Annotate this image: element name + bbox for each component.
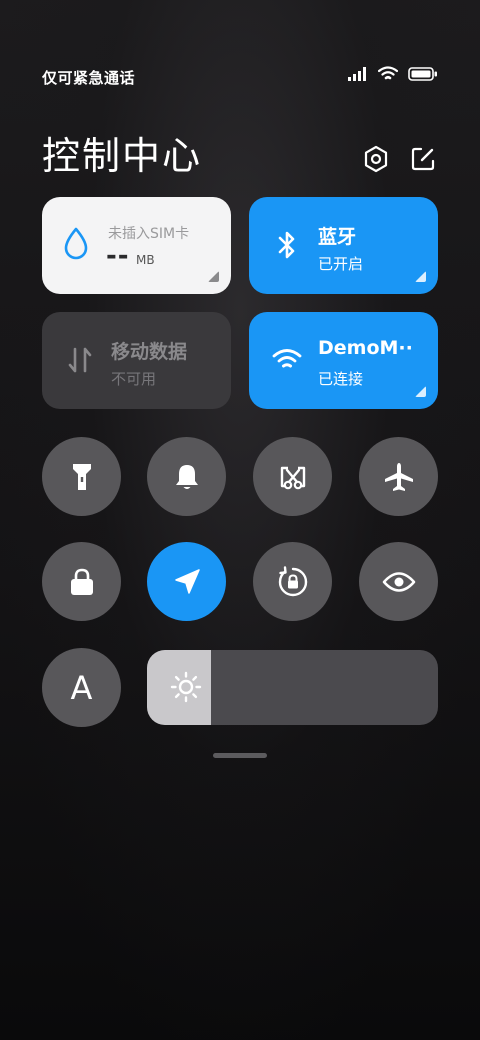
battery-icon — [408, 66, 438, 81]
status-icons — [348, 66, 438, 81]
settings-button[interactable] — [361, 144, 391, 174]
data-usage-value: -- — [106, 241, 130, 271]
wifi-tile[interactable]: DemoM·· 已连接 — [249, 312, 438, 409]
edit-icon — [411, 147, 435, 171]
rotation-lock-icon — [278, 565, 307, 596]
drag-handle[interactable] — [213, 753, 267, 758]
eye-icon — [382, 571, 415, 592]
flashlight-button[interactable] — [42, 437, 121, 516]
data-usage-tile[interactable]: 未插入SIM卡 -- MB — [42, 197, 231, 294]
airplane-mode-button[interactable] — [359, 437, 438, 516]
bluetooth-title: 蓝牙 — [318, 226, 357, 248]
wifi-network-name: DemoM·· — [318, 337, 413, 359]
sun-icon — [169, 670, 203, 704]
screenshot-button[interactable] — [253, 437, 332, 516]
wifi-icon — [271, 344, 303, 376]
mobile-data-arrows-icon — [64, 344, 96, 376]
location-arrow-icon — [174, 568, 200, 594]
bell-icon — [175, 464, 198, 489]
signal-icon — [348, 66, 368, 81]
bluetooth-status: 已开启 — [318, 255, 364, 273]
settings-hex-icon — [364, 145, 388, 173]
location-button[interactable] — [147, 542, 226, 621]
airplane-icon — [384, 462, 413, 491]
mobile-data-tile[interactable]: 移动数据 不可用 — [42, 312, 231, 409]
sim-status-label: 未插入SIM卡 — [108, 226, 190, 242]
lock-icon — [70, 568, 93, 595]
expand-corner-icon — [415, 386, 426, 397]
page-title: 控制中心 — [42, 134, 203, 178]
mobile-data-title: 移动数据 — [111, 341, 188, 363]
expand-corner-icon — [208, 271, 219, 282]
carrier-status: 仅可紧急通话 — [42, 69, 136, 87]
expand-corner-icon — [415, 271, 426, 282]
auto-brightness-label: A — [70, 668, 93, 707]
water-drop-icon — [60, 227, 92, 260]
auto-brightness-button[interactable]: A — [42, 648, 121, 727]
flashlight-icon — [72, 463, 91, 490]
mobile-data-status: 不可用 — [111, 370, 157, 388]
brightness-slider[interactable] — [147, 650, 438, 725]
bluetooth-icon — [271, 229, 303, 261]
wifi-status-icon — [378, 66, 398, 81]
rotation-lock-button[interactable] — [253, 542, 332, 621]
lock-screen-button[interactable] — [42, 542, 121, 621]
scissors-icon — [280, 466, 305, 489]
wifi-status: 已连接 — [318, 370, 364, 388]
bluetooth-tile[interactable]: 蓝牙 已开启 — [249, 197, 438, 294]
sound-button[interactable] — [147, 437, 226, 516]
reading-mode-button[interactable] — [359, 542, 438, 621]
data-usage-unit: MB — [136, 253, 155, 267]
edit-button[interactable] — [408, 144, 438, 174]
